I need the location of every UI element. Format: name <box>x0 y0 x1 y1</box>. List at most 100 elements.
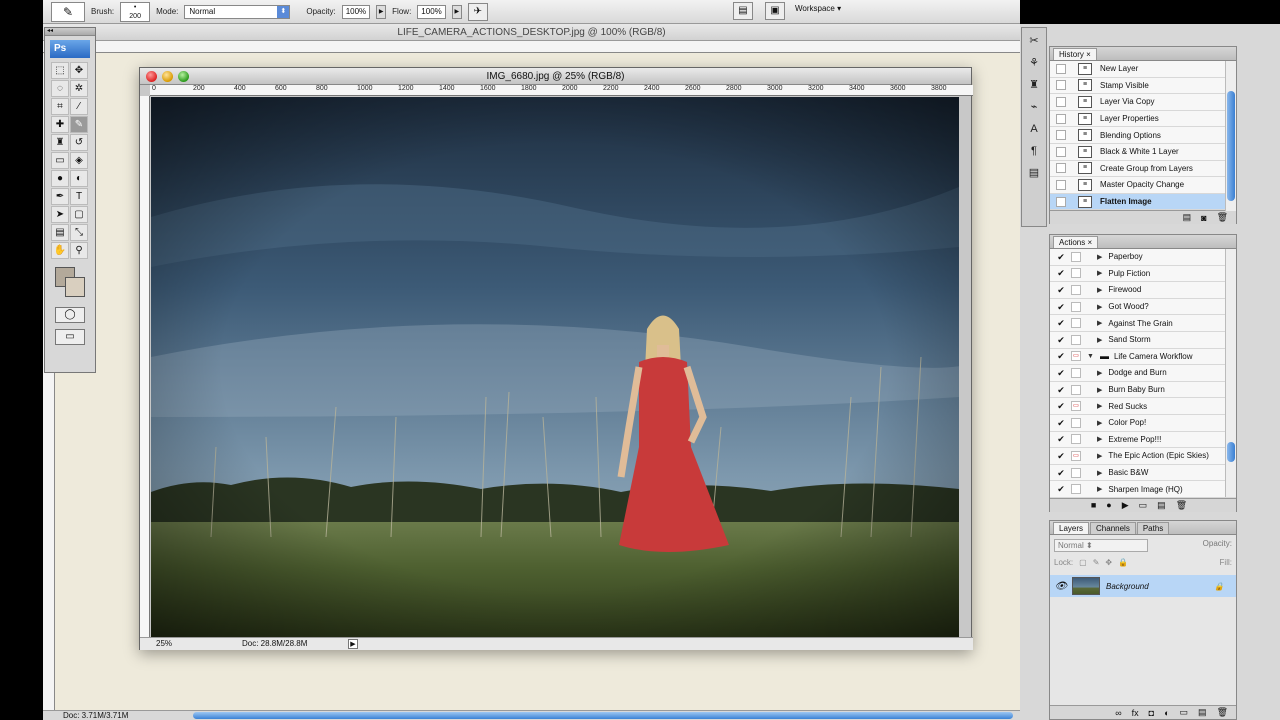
eraser-tool-icon[interactable]: ▭ <box>51 152 69 169</box>
toggle-item-check-icon[interactable]: ✔ <box>1056 335 1066 345</box>
dialog-toggle-icon[interactable] <box>1071 434 1081 445</box>
tab-actions[interactable]: Actions × <box>1053 236 1099 248</box>
action-item[interactable]: ✔ ▶ Dodge and Burn <box>1050 365 1236 382</box>
history-item[interactable]: ≡ Blending Options <box>1050 127 1236 144</box>
dialog-toggle-icon[interactable] <box>1071 318 1081 329</box>
minimize-icon[interactable] <box>162 71 173 82</box>
snapshot-source-checkbox[interactable] <box>1056 179 1066 190</box>
snapshot-source-checkbox[interactable] <box>1056 80 1066 91</box>
toggle-item-check-icon[interactable]: ✔ <box>1056 484 1066 494</box>
status-menu-arrow-icon[interactable]: ▶ <box>348 639 358 649</box>
zoom-icon[interactable] <box>178 71 189 82</box>
action-item[interactable]: ✔ ▶ Basic B&W <box>1050 464 1236 482</box>
brushes-icon[interactable]: ⚘ <box>1024 54 1044 72</box>
chevron-right-icon[interactable]: ▶ <box>1097 469 1102 477</box>
history-item[interactable]: ≡ New Layer <box>1050 61 1236 78</box>
action-item[interactable]: ✔ ▶ Extreme Pop!!! <box>1050 431 1236 449</box>
chevron-right-icon[interactable]: ▶ <box>1097 336 1102 344</box>
paint-bucket-tool-icon[interactable]: ◈ <box>70 152 88 169</box>
airbrush-button[interactable]: ✈ <box>467 2 488 21</box>
dialog-toggle-icon[interactable] <box>1071 268 1081 279</box>
marquee-tool-icon[interactable]: ⬚ <box>51 62 69 79</box>
layer-row[interactable]: 👁 Background 🔒 <box>1050 575 1236 597</box>
toggle-item-check-icon[interactable]: ✔ <box>1056 434 1066 444</box>
tool-preset-picker[interactable]: ✎ <box>51 1 85 22</box>
trash-icon[interactable]: 🗑 <box>1176 500 1187 511</box>
action-item[interactable]: ✔ ▶ Against The Grain <box>1050 315 1236 332</box>
action-item[interactable]: ✔ ▶ Burn Baby Burn <box>1050 381 1236 399</box>
crop-tool-icon[interactable]: ⌗ <box>51 98 69 115</box>
history-item[interactable]: ≡ Stamp Visible <box>1050 77 1236 95</box>
lock-all-icon[interactable]: 🔒 <box>1118 558 1128 567</box>
chevron-right-icon[interactable]: ▶ <box>1097 286 1102 294</box>
snapshot-source-checkbox[interactable] <box>1056 196 1066 207</box>
stop-icon[interactable]: ■ <box>1091 500 1096 510</box>
notes-tool-icon[interactable]: ▤ <box>51 224 69 241</box>
dialog-toggle-icon[interactable] <box>1071 251 1081 262</box>
flow-slider-button[interactable]: ▶ <box>451 4 462 19</box>
history-scroll-thumb[interactable] <box>1227 91 1235 201</box>
snapshot-source-checkbox[interactable] <box>1056 96 1066 107</box>
image-canvas[interactable] <box>151 97 959 637</box>
history-item[interactable]: ≡ Layer Via Copy <box>1050 94 1236 111</box>
mode-select[interactable]: Normal ⬍ <box>184 4 291 19</box>
horizontal-ruler[interactable]: 0 200 400 600 800 1000 1200 1400 1600 1800 2000 220… <box>150 85 973 96</box>
clone-stamp-tool-icon[interactable]: ♜ <box>51 134 69 151</box>
dialog-toggle-icon[interactable] <box>1071 384 1081 395</box>
paths-icon[interactable]: ⌁ <box>1024 98 1044 116</box>
action-item[interactable]: ✔ ▭ ▶ Red Sucks <box>1050 398 1236 415</box>
healing-brush-tool-icon[interactable]: ✚ <box>51 116 69 133</box>
toggle-item-check-icon[interactable]: ✔ <box>1056 368 1066 378</box>
dodge-tool-icon[interactable]: ◐ <box>70 170 88 187</box>
chevron-right-icon[interactable]: ▶ <box>1097 386 1102 394</box>
pen-tool-icon[interactable]: ✒ <box>51 188 69 205</box>
zoom-tool-icon[interactable]: ⚲ <box>70 242 88 259</box>
chevron-down-icon[interactable]: ▼ <box>1087 353 1094 360</box>
toggle-item-check-icon[interactable]: ✔ <box>1056 401 1066 411</box>
layer-style-icon[interactable]: fx <box>1132 708 1139 718</box>
snapshot-source-checkbox[interactable] <box>1056 63 1066 74</box>
brush-tool-icon[interactable]: ✎ <box>70 116 88 133</box>
toggle-item-check-icon[interactable]: ✔ <box>1056 302 1066 312</box>
lock-transparent-icon[interactable]: ▢ <box>1079 558 1087 567</box>
actions-scroll-thumb[interactable] <box>1227 442 1235 462</box>
paragraph-icon[interactable]: ¶ <box>1024 142 1044 160</box>
document-title-bar[interactable]: IMG_6680.jpg @ 25% (RGB/8) <box>140 68 971 85</box>
history-item[interactable]: ≡ Master Opacity Change <box>1050 177 1236 194</box>
path-selection-tool-icon[interactable]: ➤ <box>51 206 69 223</box>
play-icon[interactable]: ▶ <box>1122 500 1129 511</box>
slice-tool-icon[interactable]: ⁄ <box>70 98 88 115</box>
chevron-right-icon[interactable]: ▶ <box>1097 435 1102 443</box>
blend-mode-select[interactable]: Normal ⬍ <box>1054 539 1148 552</box>
vertical-ruler[interactable] <box>140 96 150 638</box>
action-item[interactable]: ✔ ▶ Color Pop! <box>1050 414 1236 432</box>
tools-palette-header[interactable]: ◂◂ <box>45 28 95 36</box>
opacity-slider-button[interactable]: ▶ <box>376 4 387 19</box>
action-item[interactable]: ✔ ▶ Sharpen Image (HQ) <box>1050 481 1236 498</box>
dialog-toggle-icon[interactable] <box>1071 417 1081 428</box>
snapshot-source-checkbox[interactable] <box>1056 146 1066 157</box>
bridge-button[interactable]: ▣ <box>765 2 785 20</box>
chevron-right-icon[interactable]: ▶ <box>1097 303 1102 311</box>
toggle-item-check-icon[interactable]: ✔ <box>1056 468 1066 478</box>
magic-wand-tool-icon[interactable]: ✲ <box>70 80 88 97</box>
toggle-item-check-icon[interactable]: ✔ <box>1056 252 1066 262</box>
snapshot-source-checkbox[interactable] <box>1056 113 1066 124</box>
actions-scrollbar[interactable] <box>1225 249 1236 497</box>
eyedropper-tool-icon[interactable]: ⤡ <box>70 224 88 241</box>
layer-comps-icon[interactable]: ▤ <box>1024 164 1044 182</box>
photoshop-logo[interactable]: Ps <box>50 40 90 58</box>
hand-tool-icon[interactable]: ✋ <box>51 242 69 259</box>
history-item[interactable]: ≡ Black & White 1 Layer <box>1050 143 1236 161</box>
dialog-toggle-icon[interactable] <box>1071 284 1081 295</box>
history-brush-tool-icon[interactable]: ↺ <box>70 134 88 151</box>
history-item[interactable]: ≡ Create Group from Layers <box>1050 160 1236 178</box>
new-action-icon[interactable]: ▤ <box>1157 500 1166 511</box>
horizontal-scrollbar[interactable] <box>193 712 1013 719</box>
toggle-item-check-icon[interactable]: ✔ <box>1056 418 1066 428</box>
layer-mask-icon[interactable]: ◘ <box>1149 708 1154 718</box>
new-document-icon[interactable]: ▤ <box>1183 212 1192 223</box>
dialog-toggle-icon[interactable] <box>1071 334 1081 345</box>
brushes-palette-button[interactable]: ▤ <box>733 2 753 20</box>
eye-icon[interactable]: 👁 <box>1054 581 1068 592</box>
